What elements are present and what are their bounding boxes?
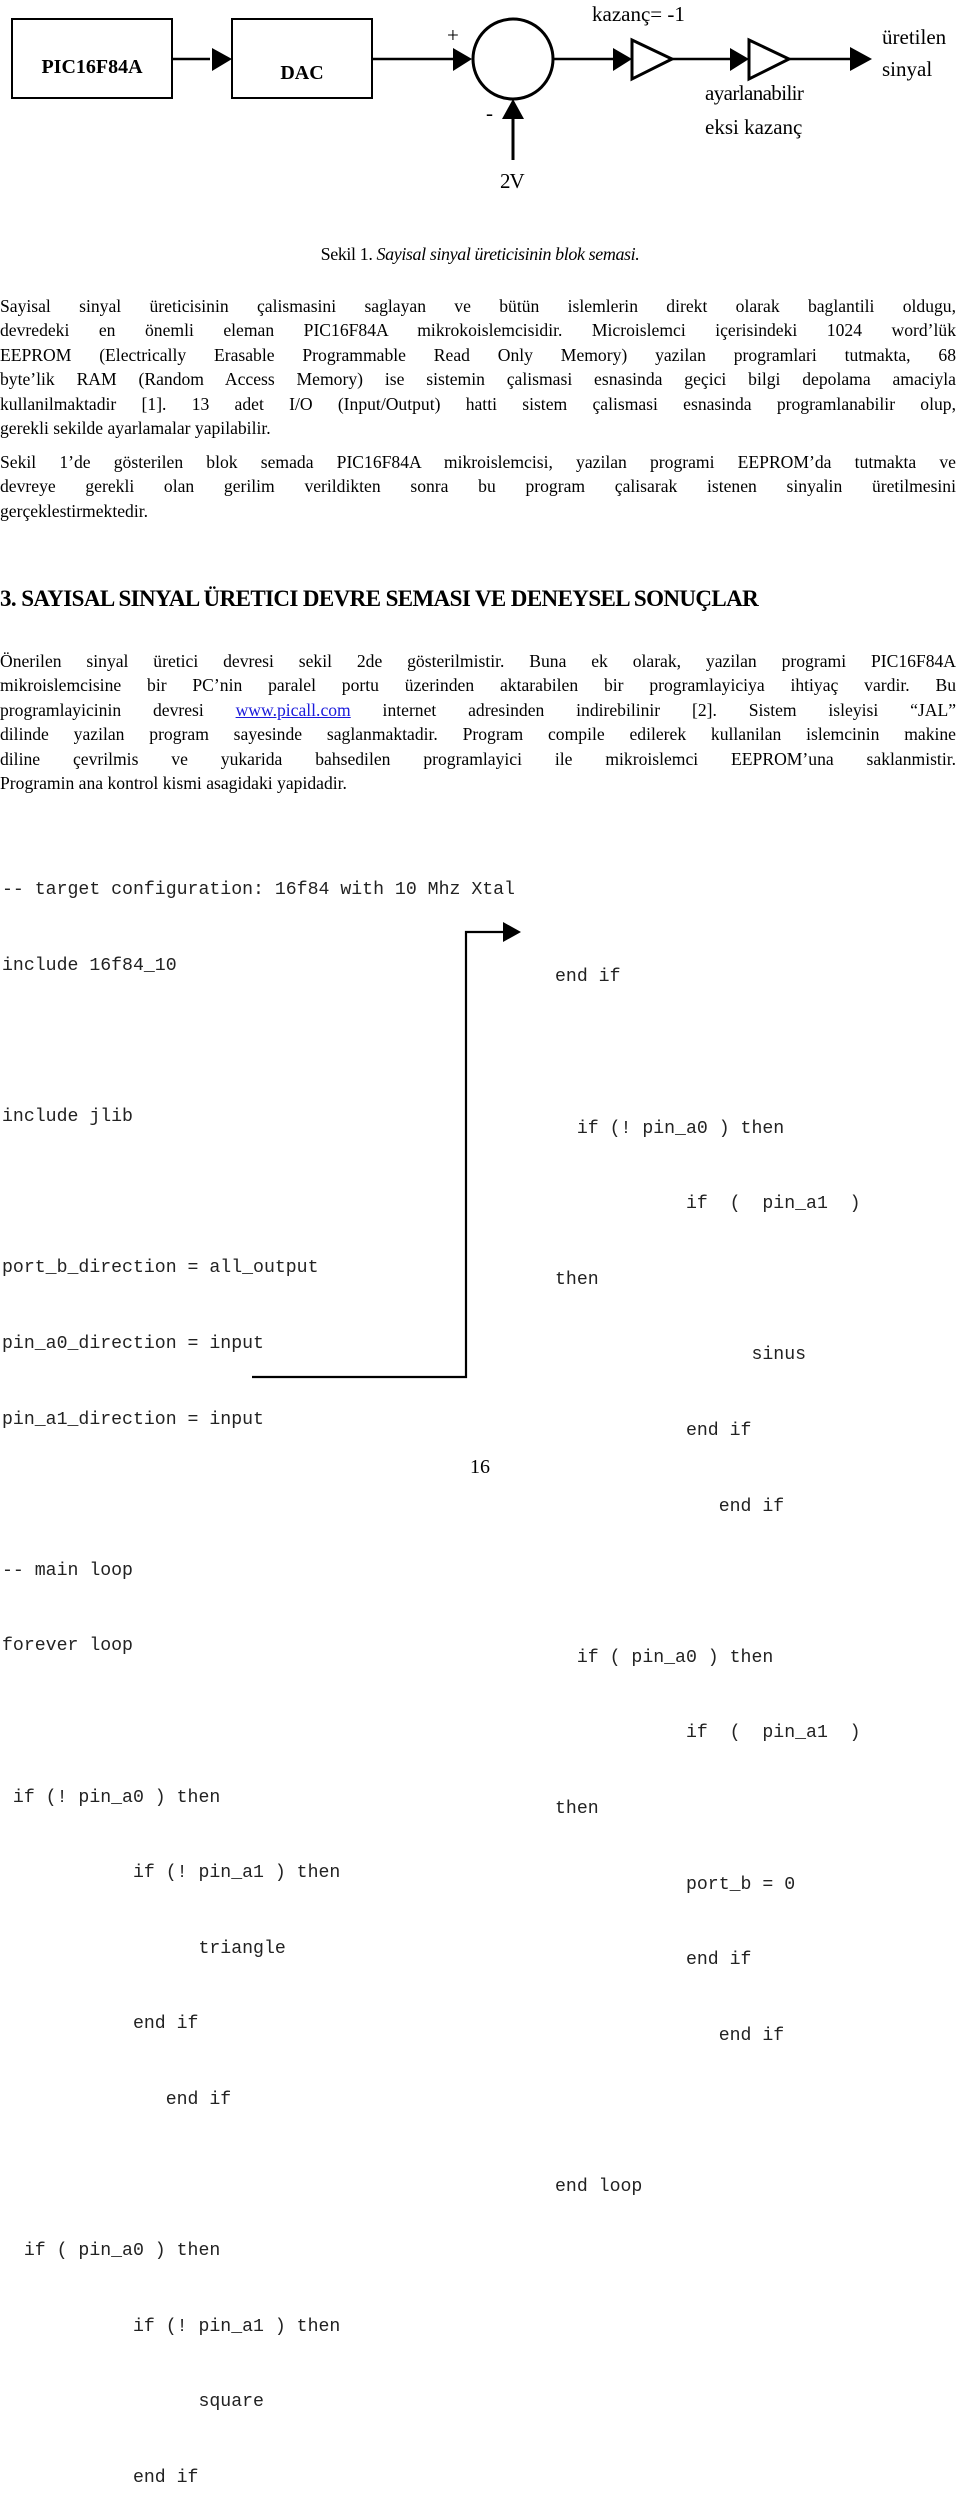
code-line: end if [555,967,621,988]
arrowhead-icon [212,48,232,71]
gain-inverter-triangle [630,37,676,82]
code-line: square [2,2392,264,2413]
gain2-label-line2: eksi kazanç [705,115,803,139]
code-line: include 16f84_10 [2,956,177,976]
code-line: end if [555,1496,785,1517]
code-line: if (! pin_a0 ) then [2,1787,221,1808]
code-line: end if [555,2025,785,2046]
paragraph-line: byte’lik RAM (Random Access Memory) ise … [0,369,956,390]
arrowhead-icon [730,48,749,71]
paragraph-line: devredeki en önemli eleman PIC16F84A mik… [0,320,956,341]
code-line: -- target configuration: 16f84 with 10 M… [2,880,515,901]
paragraph-3: Önerilen sinyal üretici devresi sekil 2d… [0,649,956,795]
paragraph-line: dilinde yazilan program sayesinde saglan… [0,724,956,745]
pic-block-label: PIC16F84A [41,56,143,78]
arrowhead-icon [613,48,632,71]
paragraph-line: Önerilen sinyal üretici devresi sekil 2d… [0,651,956,671]
code-line: if ( pin_a0 ) then [555,1647,774,1668]
code-block-left: -- target configuration: 16f84 with 10 M… [2,828,515,2516]
code-line: end loop [555,2176,643,2197]
paragraph-line: devreye gerekli olan gerilim verildikten… [0,476,956,497]
code-line: pin_a1_direction = input [2,1409,264,1430]
arrowhead-icon [453,48,472,71]
code-line: triangle [2,1938,286,1959]
code-line: port_b_direction = all_output [2,1258,319,1279]
reference-voltage-label: 2V [500,169,525,193]
caption-prefix: Sekil 1. [320,244,373,264]
code-line: if (! pin_a1 ) then [2,1863,341,1884]
code-line: end if [2,2089,232,2110]
arrowhead-icon [850,47,872,71]
text-segment: programlayicinin devresi [0,699,236,720]
gain1-label: kazanç= -1 [592,2,685,26]
output-label-line2: sinyal [882,57,933,81]
output-label-line1: üretilen [882,25,947,49]
paragraph-line: gerçeklestirmektedir. [0,500,149,521]
code-line: pin_a0_direction = input [2,1333,264,1354]
page-number: 16 [470,1456,490,1478]
picall-link[interactable]: www.picall.com [236,700,351,720]
code-line: if ( pin_a1 ) [555,1194,861,1215]
code-line: end if [2,2014,199,2035]
code-line: port_b = 0 [555,1874,796,1895]
paragraph-line: gerekli sekilde ayarlamalar yapilabilir. [0,417,271,438]
paragraph-line: mikroislemcisine bir PC’nin paralel port… [0,675,956,696]
code-line: -- main loop [2,1560,133,1581]
plus-sign: + [447,23,459,47]
block-diagram-graphic [11,17,872,160]
code-line: end if [555,1420,752,1441]
code-line: if (! pin_a1 ) then [2,2316,341,2337]
section-heading: 3. SAYISAL SINYAL ÜRETICI DEVRE SEMASI V… [0,586,759,611]
code-line: forever loop [2,1636,133,1657]
code-line: then [555,1798,599,1819]
code-line: if (! pin_a0 ) then [555,1118,785,1139]
paragraph-line-with-link: programlayicinin devresi www.picall.com … [0,698,956,722]
adjustable-gain-triangle [747,37,793,82]
code-line: end if [2,2467,199,2488]
paragraph-line: kullanilmaktadir [1]. 13 adet I/O (Input… [0,393,956,414]
gain2-label-line1: ayarlanabilir [705,81,804,105]
code-line: sinus [555,1345,807,1366]
text-segment: internet adresinden indirebilinir [2]. S… [350,699,957,720]
code-line: if ( pin_a0 ) then [2,2241,221,2262]
code-block-right: end if if (! pin_a0 ) then if ( pin_a1 )… [555,915,861,2225]
paragraph-line: EEPROM (Electrically Erasable Programmab… [0,344,956,365]
block-diagram: PIC16F84A DAC + - 2V kazanç= -1 ayarlana… [0,0,960,210]
paragraph-line: Sekil 1’de gösterilen blok semada PIC16F… [0,452,956,472]
caption-title: Sayisal sinyal üreticisinin blok semasi. [376,244,640,264]
paragraph-line: Programin ana kontrol kismi asagidaki ya… [0,772,347,793]
code-line: include jlib [2,1107,133,1128]
dac-block-label: DAC [280,62,324,84]
paragraph-line: Sayisal sinyal üreticisinin çalismasini … [0,296,956,316]
minus-sign: - [486,101,493,125]
arrowhead-icon [502,99,524,119]
code-line: end if [555,1950,752,1971]
paragraph-2: Sekil 1’de gösterilen blok semada PIC16F… [0,450,956,523]
figure-caption: Sekil 1. Sayisal sinyal üreticisinin blo… [0,244,960,265]
paragraph-line: diline çevrilmis ve yukarida bahsedilen … [0,748,956,769]
summing-junction [471,17,555,101]
dac-block [231,18,373,99]
paragraph-1: Sayisal sinyal üreticisinin çalismasini … [0,294,956,440]
code-line: if ( pin_a1 ) [555,1723,861,1744]
code-line: then [555,1269,599,1290]
